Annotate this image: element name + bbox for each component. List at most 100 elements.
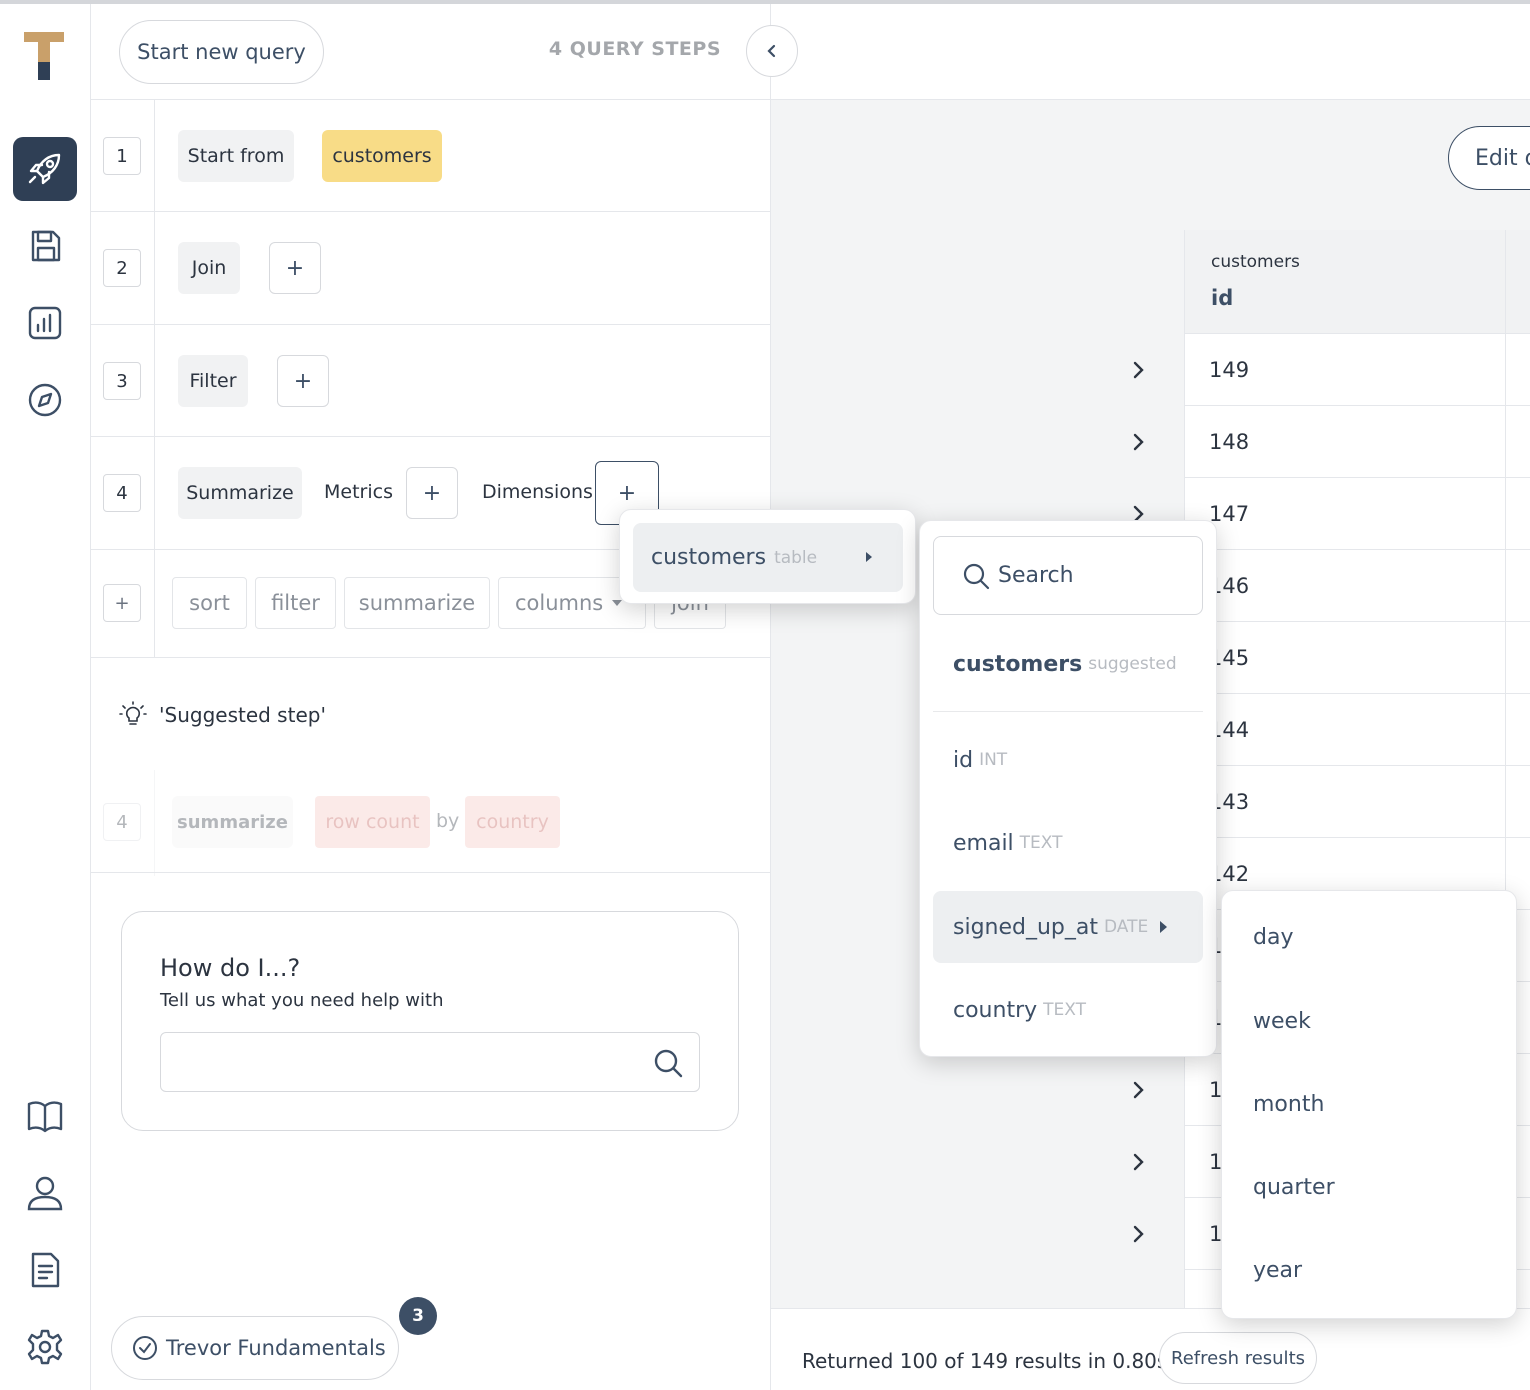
icon-rail — [0, 4, 91, 1390]
column-option-name: signed_up_at — [953, 914, 1098, 940]
settings-icon — [27, 1329, 63, 1365]
trevor-fundamentals-button[interactable]: Trevor Fundamentals — [111, 1316, 399, 1380]
table-row[interactable]: 147 — [1185, 478, 1530, 550]
add-join-button[interactable]: + — [269, 242, 321, 294]
edit-query-button[interactable]: Edit q — [1448, 126, 1530, 190]
column-option-type: DATE — [1104, 917, 1149, 937]
table-option-type: table — [774, 547, 818, 568]
rail-settings-button[interactable] — [13, 1315, 77, 1379]
chart-icon — [28, 306, 62, 340]
results-top-bar — [771, 4, 1530, 100]
column-option-email[interactable]: email TEXT — [933, 807, 1203, 879]
column-search-placeholder: Search — [998, 563, 1074, 588]
add-filter-step[interactable]: filter — [255, 577, 336, 629]
cell-id: 147 — [1209, 501, 1250, 526]
suggested-dimension-chip: country — [465, 796, 560, 848]
granularity-week[interactable]: week — [1253, 1009, 1311, 1034]
column-picker-popover: Search customers suggested id INT email … — [919, 520, 1217, 1057]
suggested-by-label: by — [436, 810, 460, 832]
table-row[interactable]: 145 — [1185, 622, 1530, 694]
dimension-table-popover: customers table — [619, 509, 916, 604]
suggested-metric-chip: row count — [315, 796, 430, 848]
chevron-left-icon — [767, 44, 776, 58]
column-option-name: id — [953, 747, 974, 773]
caret-right-icon — [865, 548, 873, 567]
column-header-name: id — [1211, 286, 1234, 310]
divider — [91, 872, 771, 873]
chevron-right-icon[interactable] — [1126, 1078, 1150, 1102]
rail-profile-button[interactable] — [13, 1161, 77, 1225]
column-search-input[interactable]: Search — [933, 536, 1203, 615]
add-filter-button[interactable]: + — [277, 355, 329, 407]
suggested-step-header: 'Suggested step' — [119, 701, 326, 729]
caret-right-icon — [1160, 921, 1168, 933]
suggested-step-title: 'Suggested step' — [159, 703, 326, 727]
table-option-customers[interactable]: customers table — [633, 523, 903, 592]
step-row-3: 3 Filter + — [91, 325, 771, 437]
suggested-step-row[interactable]: 4 summarize row count by country — [91, 770, 771, 876]
refresh-results-button[interactable]: Refresh results — [1159, 1332, 1317, 1384]
save-icon — [31, 230, 61, 262]
results-footer: Returned 100 of 149 results in 0.80s Ref… — [771, 1308, 1530, 1390]
column-option-name: country — [953, 997, 1038, 1023]
start-new-query-button[interactable]: Start new query — [119, 20, 324, 84]
column-option-signed-up-at[interactable]: signed_up_at DATE — [933, 891, 1203, 963]
suggested-option-tag: suggested — [1088, 654, 1177, 674]
add-metric-button[interactable]: + — [406, 467, 458, 519]
granularity-quarter[interactable]: quarter — [1253, 1175, 1335, 1200]
column-header-id[interactable]: customers id — [1185, 230, 1530, 334]
rail-query-button[interactable] — [13, 137, 77, 201]
step-label-start-from: Start from — [178, 130, 294, 182]
fundamentals-badge: 3 — [399, 1297, 437, 1335]
cell-id: 149 — [1209, 357, 1250, 382]
column-option-id[interactable]: id INT — [933, 724, 1203, 796]
dimensions-label: Dimensions — [482, 481, 593, 503]
book-icon — [27, 1101, 63, 1133]
help-search-input[interactable] — [160, 1032, 700, 1092]
table-option-name: customers — [651, 545, 767, 570]
step-row-2: 2 Join + — [91, 212, 771, 325]
add-sort-step[interactable]: sort — [172, 577, 247, 629]
chevron-right-icon[interactable] — [1126, 430, 1150, 454]
granularity-day[interactable]: day — [1253, 925, 1293, 950]
collapse-panel-button[interactable] — [746, 25, 798, 77]
table-row[interactable]: 148 — [1185, 406, 1530, 478]
chevron-right-icon[interactable] — [1126, 1222, 1150, 1246]
search-icon — [963, 563, 990, 589]
source-table-chip[interactable]: customers — [322, 130, 442, 182]
rail-docs-button[interactable] — [13, 1084, 77, 1148]
step-row-1: 1 Start from customers — [91, 100, 771, 212]
query-steps-count: 4 QUERY STEPS — [548, 38, 721, 60]
rail-explore-button[interactable] — [13, 368, 77, 432]
rail-notes-button[interactable] — [13, 1238, 77, 1302]
column-option-country[interactable]: country TEXT — [933, 974, 1203, 1046]
granularity-year[interactable]: year — [1253, 1258, 1302, 1283]
column-option-type: INT — [979, 750, 1008, 770]
user-icon — [27, 1176, 63, 1211]
granularity-month[interactable]: month — [1253, 1092, 1324, 1117]
rail-saved-button[interactable] — [13, 214, 77, 278]
table-row[interactable]: 146 — [1185, 550, 1530, 622]
suggested-column-option[interactable]: customers suggested — [933, 628, 1203, 700]
chevron-right-icon[interactable] — [1126, 1150, 1150, 1174]
search-icon[interactable] — [653, 1048, 683, 1078]
step-number: 4 — [103, 474, 141, 512]
column-header-table: customers — [1211, 252, 1300, 272]
check-circle-icon — [133, 1336, 157, 1360]
chevron-right-icon[interactable] — [1126, 358, 1150, 382]
column-option-type: TEXT — [1043, 1000, 1086, 1020]
results-summary: Returned 100 of 149 results in 0.80s — [802, 1349, 1168, 1373]
table-row[interactable]: 144 — [1185, 694, 1530, 766]
step-label-join: Join — [178, 242, 240, 294]
table-row[interactable]: 149 — [1185, 334, 1530, 406]
add-summarize-step[interactable]: summarize — [344, 577, 490, 629]
table-row[interactable]: 143 — [1185, 766, 1530, 838]
help-title: How do I...? — [160, 954, 301, 982]
column-option-type: TEXT — [1019, 833, 1063, 853]
trevor-logo[interactable] — [24, 32, 66, 82]
suggested-option-name: customers — [953, 651, 1083, 677]
add-step-button[interactable]: + — [103, 584, 141, 622]
rail-charts-button[interactable] — [13, 291, 77, 355]
step-label-summarize: Summarize — [178, 467, 302, 519]
document-icon — [31, 1252, 60, 1288]
